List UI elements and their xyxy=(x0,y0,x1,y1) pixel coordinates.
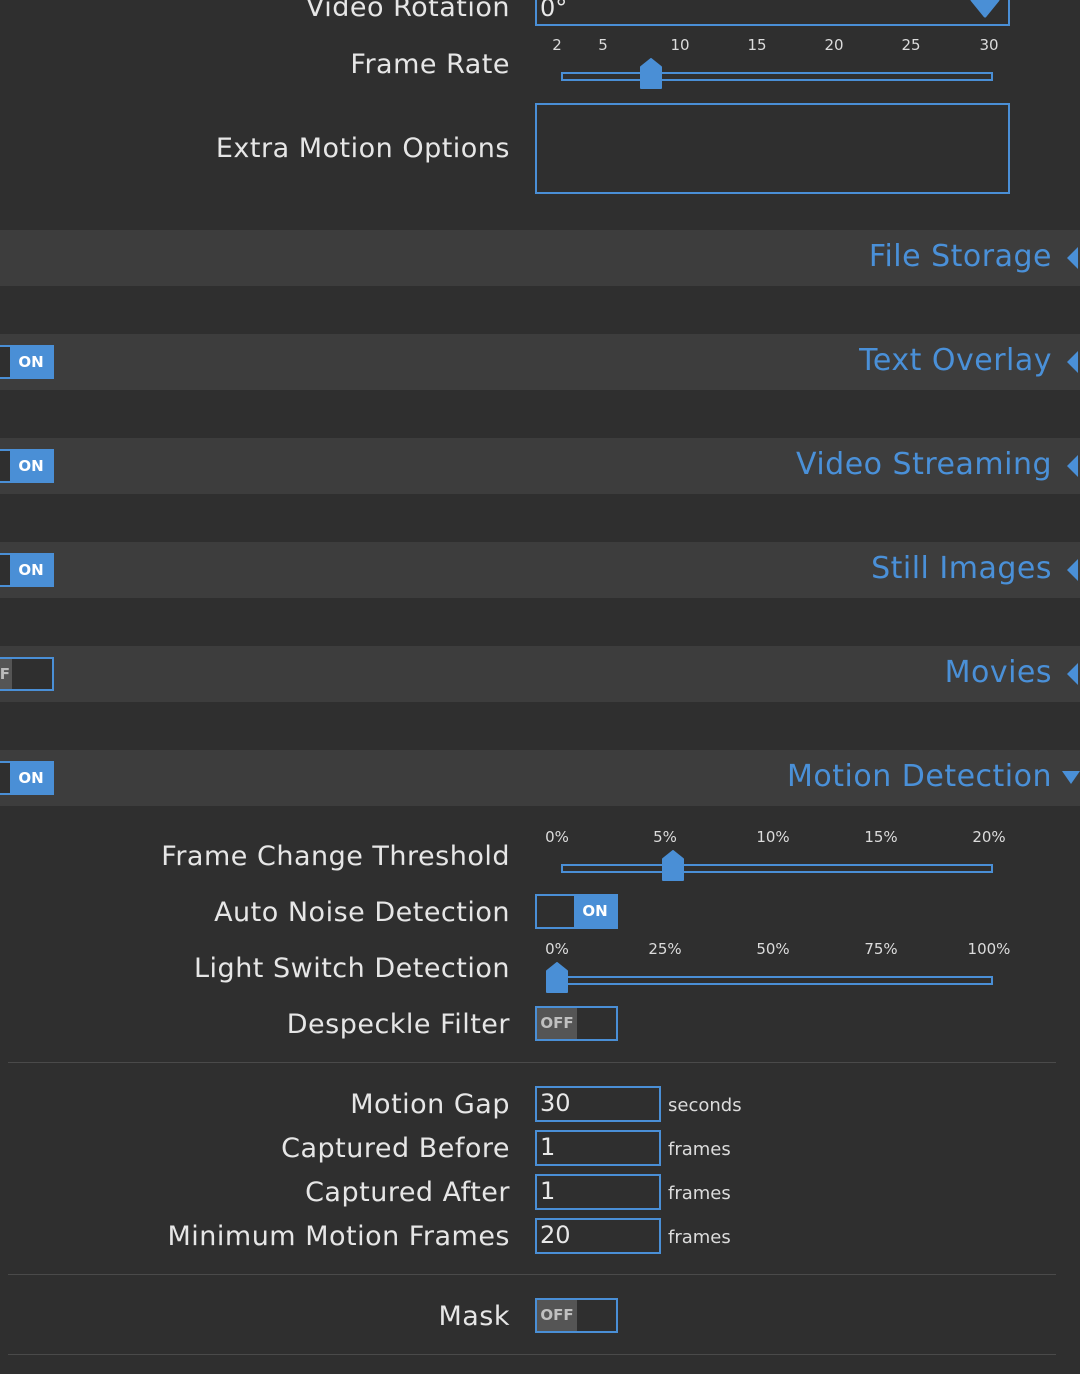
light-switch-detection-slider[interactable] xyxy=(561,976,993,985)
motion-gap-unit: seconds xyxy=(668,1095,742,1116)
minimum-motion-frames-label: Minimum Motion Frames xyxy=(167,1221,510,1252)
toggle-knob: OFF xyxy=(537,1300,577,1331)
frame-change-threshold-slider-handle[interactable] xyxy=(662,850,684,882)
toggle-knob: ON xyxy=(10,451,52,481)
section-text-overlay[interactable]: ON Text Overlay xyxy=(0,334,1080,390)
movies-toggle[interactable]: F xyxy=(0,657,54,691)
section-still-images[interactable]: ON Still Images xyxy=(0,542,1080,598)
motion-gap-label: Motion Gap xyxy=(350,1089,510,1120)
toggle-knob: ON xyxy=(574,896,616,927)
frame-rate-tick: 30 xyxy=(979,36,999,54)
minimum-motion-frames-unit: frames xyxy=(668,1227,731,1248)
toggle-knob: F xyxy=(0,659,12,689)
section-title: Motion Detection xyxy=(787,759,1052,794)
divider xyxy=(8,1274,1056,1275)
frame-change-threshold-slider[interactable] xyxy=(561,864,993,873)
captured-before-unit: frames xyxy=(668,1139,731,1160)
motion-detection-toggle[interactable]: ON xyxy=(0,761,54,795)
light-switch-detection-slider-handle[interactable] xyxy=(546,962,568,994)
toggle-knob: OFF xyxy=(537,1008,577,1039)
video-rotation-value: 0° xyxy=(540,0,568,22)
still-images-toggle[interactable]: ON xyxy=(0,553,54,587)
light-switch-tick: 100% xyxy=(967,940,1011,958)
mask-toggle[interactable]: OFF xyxy=(535,1298,618,1333)
light-switch-tick: 50% xyxy=(756,940,790,958)
section-movies[interactable]: F Movies xyxy=(0,646,1080,702)
section-video-streaming[interactable]: ON Video Streaming xyxy=(0,438,1080,494)
extra-motion-options-label: Extra Motion Options xyxy=(215,133,510,164)
toggle-knob: ON xyxy=(10,555,52,585)
motion-gap-input[interactable]: 30 xyxy=(535,1086,661,1122)
frame-rate-slider[interactable] xyxy=(561,72,993,81)
toggle-knob: ON xyxy=(10,347,52,377)
frame-change-threshold-label: Frame Change Threshold xyxy=(161,841,510,872)
chevron-down-icon xyxy=(970,0,1000,18)
light-switch-tick: 0% xyxy=(545,940,569,958)
despeckle-filter-label: Despeckle Filter xyxy=(286,1009,510,1040)
video-rotation-label: Video Rotation xyxy=(305,0,510,23)
caret-left-icon xyxy=(1067,351,1078,373)
video-streaming-toggle[interactable]: ON xyxy=(0,449,54,483)
divider xyxy=(8,1062,1056,1063)
frame-rate-tick: 20 xyxy=(824,36,844,54)
auto-noise-detection-label: Auto Noise Detection xyxy=(214,897,510,928)
caret-left-icon xyxy=(1067,663,1078,685)
mask-label: Mask xyxy=(438,1301,510,1332)
frame-rate-tick: 5 xyxy=(598,36,608,54)
captured-after-label: Captured After xyxy=(305,1177,510,1208)
text-overlay-toggle[interactable]: ON xyxy=(0,345,54,379)
video-rotation-select[interactable]: 0° xyxy=(535,0,1010,26)
section-title: Text Overlay xyxy=(859,343,1052,378)
section-title: Video Streaming xyxy=(795,447,1052,482)
light-switch-tick: 75% xyxy=(864,940,898,958)
caret-left-icon xyxy=(1067,455,1078,477)
frame-change-tick: 20% xyxy=(972,828,1006,846)
toggle-knob: ON xyxy=(10,763,52,793)
caret-down-icon xyxy=(1062,771,1080,784)
section-file-storage[interactable]: File Storage xyxy=(0,230,1080,286)
extra-motion-options-textarea[interactable] xyxy=(535,103,1010,194)
captured-after-unit: frames xyxy=(668,1183,731,1204)
frame-change-tick: 0% xyxy=(545,828,569,846)
minimum-motion-frames-input[interactable]: 20 xyxy=(535,1218,661,1254)
frame-rate-tick: 10 xyxy=(670,36,690,54)
caret-left-icon xyxy=(1067,559,1078,581)
section-title: File Storage xyxy=(868,239,1052,274)
caret-left-icon xyxy=(1067,247,1078,269)
captured-before-label: Captured Before xyxy=(281,1133,510,1164)
frame-rate-slider-handle[interactable] xyxy=(640,58,662,90)
frame-rate-tick: 2 xyxy=(552,36,562,54)
captured-before-input[interactable]: 1 xyxy=(535,1130,661,1166)
light-switch-detection-label: Light Switch Detection xyxy=(194,953,510,984)
frame-change-tick: 5% xyxy=(653,828,677,846)
despeckle-filter-toggle[interactable]: OFF xyxy=(535,1006,618,1041)
light-switch-tick: 25% xyxy=(648,940,682,958)
frame-rate-tick: 25 xyxy=(901,36,921,54)
section-motion-detection[interactable]: ON Motion Detection xyxy=(0,750,1080,806)
section-title: Still Images xyxy=(871,551,1052,586)
frame-rate-tick: 15 xyxy=(747,36,767,54)
frame-rate-label: Frame Rate xyxy=(350,49,510,80)
frame-change-tick: 10% xyxy=(756,828,790,846)
frame-change-tick: 15% xyxy=(864,828,898,846)
auto-noise-detection-toggle[interactable]: ON xyxy=(535,894,618,929)
divider xyxy=(8,1354,1056,1355)
section-title: Movies xyxy=(944,655,1052,690)
captured-after-input[interactable]: 1 xyxy=(535,1174,661,1210)
